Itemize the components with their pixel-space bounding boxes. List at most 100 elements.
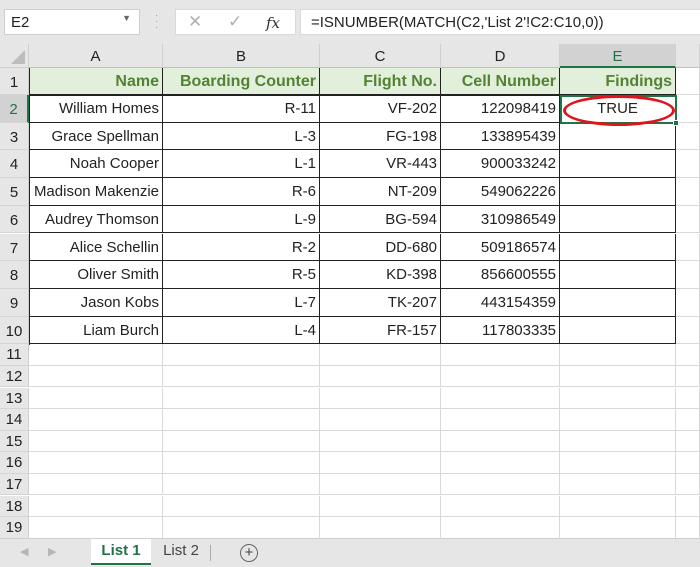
findings-cell[interactable] bbox=[560, 316, 676, 345]
empty-cell[interactable] bbox=[441, 452, 560, 474]
table-cell[interactable]: William Homes bbox=[29, 95, 163, 123]
table-cell[interactable]: 856600555 bbox=[441, 261, 560, 289]
table-cell[interactable]: 900033242 bbox=[441, 150, 560, 179]
row-header-5[interactable]: 5 bbox=[0, 178, 29, 206]
column-header-a[interactable]: A bbox=[29, 44, 163, 68]
empty-cell[interactable] bbox=[320, 430, 441, 453]
tab-list-2[interactable]: List 2 bbox=[152, 539, 210, 565]
row-header-14[interactable]: 14 bbox=[0, 409, 29, 431]
empty-cell[interactable] bbox=[560, 365, 676, 388]
empty-cell[interactable] bbox=[29, 473, 163, 496]
empty-cell[interactable] bbox=[676, 344, 700, 366]
empty-cell[interactable] bbox=[676, 387, 700, 410]
name-box[interactable]: E2 ▼ bbox=[4, 9, 140, 35]
table-cell[interactable]: R-11 bbox=[163, 95, 320, 123]
corner-select-all[interactable] bbox=[0, 44, 29, 68]
table-cell[interactable]: Audrey Thomson bbox=[29, 205, 163, 234]
empty-cell[interactable] bbox=[676, 365, 700, 388]
table-cell[interactable]: L-3 bbox=[163, 122, 320, 151]
table-cell[interactable]: Alice Schellin bbox=[29, 233, 163, 262]
empty-cell[interactable] bbox=[441, 409, 560, 431]
findings-cell[interactable] bbox=[560, 178, 676, 206]
empty-cell[interactable] bbox=[29, 495, 163, 518]
empty-cell[interactable] bbox=[163, 409, 320, 431]
table-cell[interactable]: DD-680 bbox=[320, 233, 441, 262]
empty-cell[interactable] bbox=[676, 178, 700, 206]
row-header-4[interactable]: 4 bbox=[0, 150, 29, 179]
empty-cell[interactable] bbox=[163, 387, 320, 410]
empty-cell[interactable] bbox=[441, 517, 560, 539]
cancel-icon[interactable]: ✕ bbox=[188, 12, 202, 32]
row-header-10[interactable]: 10 bbox=[0, 316, 29, 345]
empty-cell[interactable] bbox=[676, 517, 700, 539]
insert-function-icon[interactable]: fx bbox=[266, 14, 280, 32]
table-header-cell[interactable]: Cell Number bbox=[441, 68, 560, 95]
table-cell[interactable]: L-9 bbox=[163, 205, 320, 234]
row-header-13[interactable]: 13 bbox=[0, 387, 29, 410]
prev-sheet-icon[interactable]: ◀ bbox=[20, 545, 28, 558]
empty-cell[interactable] bbox=[29, 517, 163, 539]
empty-cell[interactable] bbox=[676, 495, 700, 518]
findings-cell[interactable]: TRUE bbox=[560, 95, 676, 123]
table-cell[interactable]: 509186574 bbox=[441, 233, 560, 262]
drag-handle-icon[interactable]: · · · bbox=[155, 11, 159, 33]
empty-cell[interactable] bbox=[560, 473, 676, 496]
table-cell[interactable]: L-7 bbox=[163, 288, 320, 317]
empty-cell[interactable] bbox=[676, 261, 700, 289]
empty-cell[interactable] bbox=[676, 68, 700, 95]
table-cell[interactable]: NT-209 bbox=[320, 178, 441, 206]
table-cell[interactable]: Oliver Smith bbox=[29, 261, 163, 289]
empty-cell[interactable] bbox=[441, 473, 560, 496]
empty-cell[interactable] bbox=[560, 387, 676, 410]
table-cell[interactable]: R-5 bbox=[163, 261, 320, 289]
table-cell[interactable]: 443154359 bbox=[441, 288, 560, 317]
empty-cell[interactable] bbox=[320, 452, 441, 474]
empty-cell[interactable] bbox=[676, 316, 700, 345]
enter-icon[interactable]: ✓ bbox=[228, 12, 242, 32]
empty-cell[interactable] bbox=[29, 409, 163, 431]
empty-cell[interactable] bbox=[320, 517, 441, 539]
table-cell[interactable]: Madison Makenzie bbox=[29, 178, 163, 206]
empty-cell[interactable] bbox=[560, 344, 676, 366]
empty-cell[interactable] bbox=[441, 365, 560, 388]
row-header-16[interactable]: 16 bbox=[0, 452, 29, 474]
empty-cell[interactable] bbox=[676, 122, 700, 151]
empty-cell[interactable] bbox=[163, 430, 320, 453]
empty-cell[interactable] bbox=[163, 344, 320, 366]
empty-cell[interactable] bbox=[676, 150, 700, 179]
empty-cell[interactable] bbox=[163, 495, 320, 518]
empty-cell[interactable] bbox=[163, 473, 320, 496]
table-cell[interactable]: Jason Kobs bbox=[29, 288, 163, 317]
findings-cell[interactable] bbox=[560, 288, 676, 317]
table-header-cell[interactable]: Findings bbox=[560, 68, 676, 95]
column-header-e[interactable]: E bbox=[560, 44, 676, 68]
table-cell[interactable]: FR-157 bbox=[320, 316, 441, 345]
empty-cell[interactable] bbox=[676, 430, 700, 453]
row-header-8[interactable]: 8 bbox=[0, 261, 29, 289]
column-header-f[interactable] bbox=[676, 44, 700, 68]
table-cell[interactable]: L-4 bbox=[163, 316, 320, 345]
empty-cell[interactable] bbox=[676, 288, 700, 317]
next-sheet-icon[interactable]: ▶ bbox=[48, 545, 56, 558]
column-header-c[interactable]: C bbox=[320, 44, 441, 68]
column-header-b[interactable]: B bbox=[163, 44, 320, 68]
empty-cell[interactable] bbox=[320, 409, 441, 431]
empty-cell[interactable] bbox=[560, 452, 676, 474]
empty-cell[interactable] bbox=[320, 365, 441, 388]
empty-cell[interactable] bbox=[441, 430, 560, 453]
table-header-cell[interactable]: Boarding Counter bbox=[163, 68, 320, 95]
empty-cell[interactable] bbox=[676, 95, 700, 123]
row-header-9[interactable]: 9 bbox=[0, 288, 29, 317]
table-cell[interactable]: Liam Burch bbox=[29, 316, 163, 345]
empty-cell[interactable] bbox=[29, 452, 163, 474]
table-cell[interactable]: R-6 bbox=[163, 178, 320, 206]
table-cell[interactable]: FG-198 bbox=[320, 122, 441, 151]
fill-handle[interactable] bbox=[673, 120, 679, 126]
empty-cell[interactable] bbox=[441, 495, 560, 518]
table-cell[interactable]: VR-443 bbox=[320, 150, 441, 179]
empty-cell[interactable] bbox=[560, 409, 676, 431]
row-header-15[interactable]: 15 bbox=[0, 430, 29, 453]
table-header-cell[interactable]: Flight No. bbox=[320, 68, 441, 95]
empty-cell[interactable] bbox=[676, 452, 700, 474]
empty-cell[interactable] bbox=[560, 517, 676, 539]
